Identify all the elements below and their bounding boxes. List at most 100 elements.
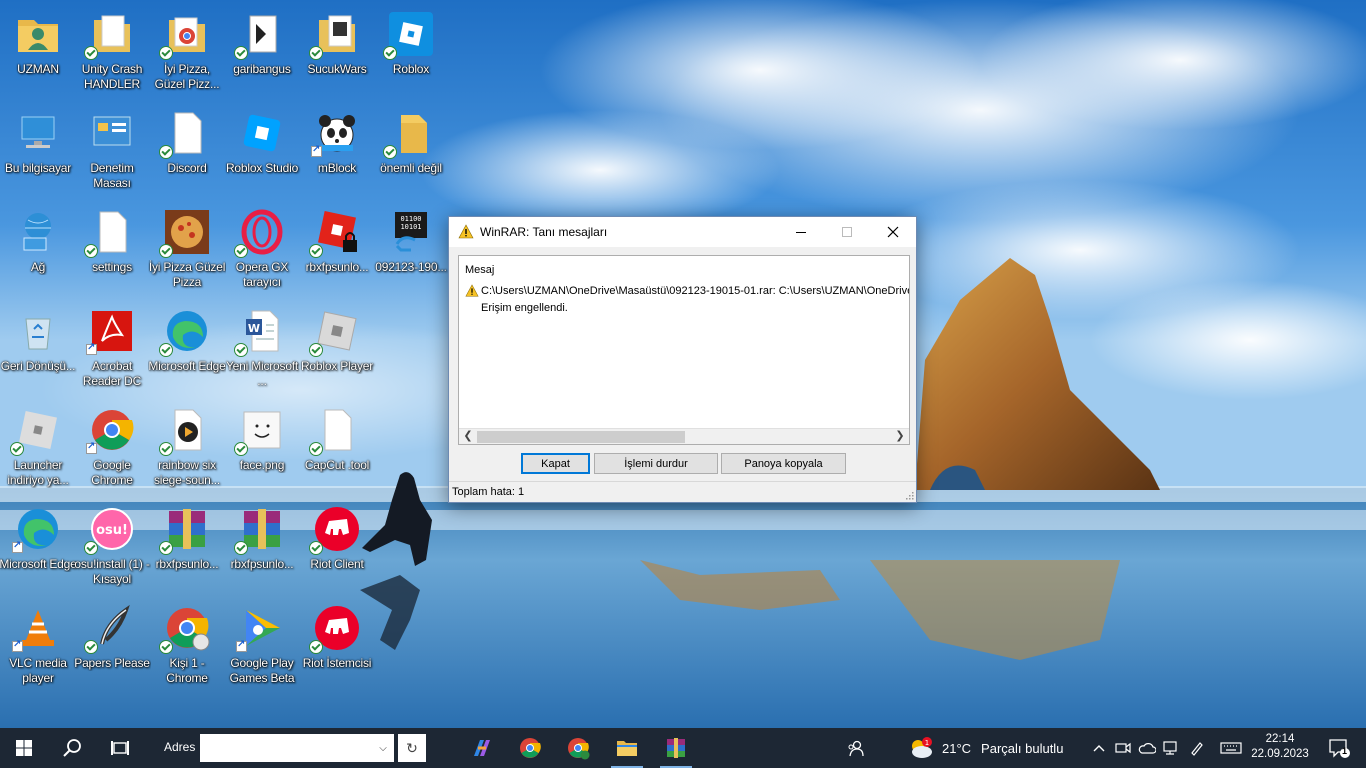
desktop-icon-launcher[interactable]: Launcher indiriyo ya...	[0, 398, 76, 494]
desktop-icon-uzman[interactable]: UZMAN	[0, 2, 76, 98]
sync-status-icon	[159, 244, 173, 258]
winrar-diagnostic-dialog[interactable]: WinRAR: Tanı mesajları Mesaj C:\Users\UZ…	[448, 216, 917, 503]
pen-workspace-button[interactable]	[1185, 728, 1209, 768]
system-clock[interactable]: 22:14 22.09.2023	[1250, 732, 1310, 762]
weather-cloud-icon: 1	[912, 737, 932, 758]
desktop-icon-roblox-player[interactable]: Roblox Player	[299, 299, 375, 395]
chevron-down-icon[interactable]: ⌵	[372, 734, 394, 762]
taskbar-app-winrar[interactable]	[652, 728, 700, 768]
desktop-icon-settings[interactable]: settings	[74, 200, 150, 296]
taskbar-app-file-explorer[interactable]	[603, 728, 651, 768]
desktop-icon-rbxfpsunlocker-1[interactable]: rbxfpsunlo...	[149, 497, 225, 593]
scroll-right-icon[interactable]: ❯	[893, 429, 907, 444]
desktop-icon-acrobat[interactable]: Acrobat Reader DC	[74, 299, 150, 395]
sync-status-icon	[309, 541, 323, 555]
desktop-icon-unity-crash-handler[interactable]: Unity Crash HANDLER	[74, 2, 150, 98]
desktop-icon-discord[interactable]: Discord	[149, 101, 225, 197]
taskbar-app-chrome[interactable]	[506, 728, 554, 768]
desktop-icon-google-chrome[interactable]: Google Chrome	[74, 398, 150, 494]
show-hidden-icons-button[interactable]	[1087, 728, 1111, 768]
stop-operation-button[interactable]: İşlemi durdur	[594, 453, 718, 474]
desktop-icon-google-play-games[interactable]: Google Play Games Beta	[224, 596, 300, 692]
onedrive-button[interactable]	[1135, 728, 1159, 768]
touch-keyboard-button[interactable]	[1216, 728, 1246, 768]
message-list[interactable]: Mesaj C:\Users\UZMAN\OneDrive\Masaüstü\0…	[458, 255, 910, 445]
shortcut-arrow-icon	[12, 540, 23, 553]
search-button[interactable]	[48, 728, 96, 768]
desktop-icon-vlc[interactable]: VLC media player	[0, 596, 76, 692]
resize-grip-icon[interactable]	[904, 490, 914, 500]
desktop-icon-garibangus[interactable]: garibangus	[224, 2, 300, 98]
windows-logo-icon	[16, 740, 32, 756]
close-icon	[887, 226, 899, 238]
desktop-icon-microsoft-edge-2[interactable]: Microsoft Edge	[148, 299, 226, 395]
winrar-archive-icon	[234, 505, 286, 555]
desktop-icon-opera-gx[interactable]: Opera GX tarayıcı	[224, 200, 300, 296]
icon-label: Launcher indiriyo ya...	[7, 458, 69, 487]
desktop-icon-microsoft-edge[interactable]: Microsoft Edge	[0, 497, 77, 593]
desktop-icon-rbxfpsunlocker-2[interactable]: rbxfpsunlo...	[224, 497, 300, 593]
icon-label: UZMAN	[17, 62, 59, 76]
action-center-button[interactable]: 1	[1318, 728, 1360, 768]
desktop-icon-recycle-bin[interactable]: Geri Dönüşü...	[0, 299, 76, 395]
weather-widget[interactable]: 1 21°C Parçalı bulutlu	[908, 728, 1063, 768]
taskbar-app-chrome-profile[interactable]	[554, 728, 602, 768]
desktop-icon-word-document[interactable]: W Yeni Microsoft ...	[224, 299, 300, 395]
task-view-button[interactable]	[96, 728, 144, 768]
desktop-icon-capcut-tool[interactable]: CapCut .tool	[299, 398, 375, 494]
icon-label: Bu bilgisayar	[4, 161, 72, 175]
network-button[interactable]	[1159, 728, 1183, 768]
svg-text:10101: 10101	[400, 223, 421, 231]
icon-label: Yeni Microsoft ...	[225, 359, 299, 388]
desktop-icon-roblox-studio[interactable]: Roblox Studio	[224, 101, 300, 197]
google-play-games-icon	[236, 604, 286, 652]
desktop-icon-mblock[interactable]: mBlock	[299, 101, 375, 197]
scroll-left-icon[interactable]: ❮	[461, 429, 475, 444]
icon-label: mBlock	[317, 161, 357, 175]
desktop-icon-osu[interactable]: osu! osu!install (1) - Kısayol	[74, 497, 150, 593]
taskbar-app-copilot[interactable]	[458, 728, 506, 768]
start-button[interactable]	[0, 728, 48, 768]
weather-temperature: 21°C	[942, 740, 972, 756]
copy-to-clipboard-button[interactable]: Panoya kopyala	[721, 453, 846, 474]
icon-label: Riot İstemcisi	[302, 656, 372, 670]
meet-now-button[interactable]	[1111, 728, 1135, 768]
desktop-icon-iyi-pizza-shortcut[interactable]: İyi Pizza, Güzel Pizz...	[149, 2, 225, 98]
desktop-icon-onemli-degil[interactable]: önemli değil	[373, 101, 449, 197]
desktop-icon-092123-rar[interactable]: 01100 10101 092123-190...	[373, 200, 449, 296]
horizontal-scrollbar[interactable]: ❮ ❯	[459, 428, 909, 444]
desktop-icon-iyi-pizza-game[interactable]: İyi Pizza Güzel Pizza	[149, 200, 225, 296]
desktop-icon-sucukwars[interactable]: SucukWars	[299, 2, 375, 98]
desktop-icon-network[interactable]: Ağ	[0, 200, 76, 296]
message-error: Erişim engellendi.	[481, 302, 568, 314]
message-path[interactable]: C:\Users\UZMAN\OneDrive\Masaüstü\092123-…	[481, 285, 909, 297]
svg-text:osu!: osu!	[96, 523, 128, 538]
dialog-titlebar[interactable]: WinRAR: Tanı mesajları	[449, 217, 916, 247]
blank-file-icon	[84, 208, 136, 258]
close-window-button[interactable]	[870, 217, 916, 247]
minimize-icon	[796, 232, 806, 233]
sync-status-icon	[10, 442, 24, 456]
desktop-icon-riot-client[interactable]: Riot Client	[299, 497, 375, 593]
desktop-icon-this-pc[interactable]: Bu bilgisayar	[0, 101, 76, 197]
desktop-icon-control-panel[interactable]: Denetim Masası	[74, 101, 150, 197]
desktop-icon-kisi-chrome[interactable]: Kişi 1 - Chrome	[149, 596, 225, 692]
sync-status-icon	[309, 640, 323, 654]
desktop-icon-rbxfpsunlocker-locked[interactable]: rbxfpsunlo...	[299, 200, 375, 296]
desktop-icon-rainbow-six-sound[interactable]: rainbow six siege-soun...	[149, 398, 225, 494]
refresh-icon[interactable]: ↻	[398, 734, 426, 762]
maximize-button[interactable]	[824, 217, 870, 247]
minimize-button[interactable]	[778, 217, 824, 247]
people-button[interactable]	[843, 728, 867, 768]
desktop-icon-riot-istemcisi[interactable]: Riot İstemcisi	[299, 596, 375, 692]
desktop-icon-papers-please[interactable]: Papers Please	[74, 596, 150, 692]
desktop-icon-face-png[interactable]: face.png	[224, 398, 300, 494]
clock-time: 22:14	[1265, 733, 1295, 745]
close-button[interactable]: Kapat	[521, 453, 590, 474]
word-document-icon: W	[234, 307, 286, 357]
address-input[interactable]	[200, 734, 394, 762]
icon-label: rbxfpsunlo...	[305, 260, 369, 274]
scrollbar-thumb[interactable]	[477, 431, 685, 443]
sync-status-icon	[383, 145, 397, 159]
desktop-icon-roblox[interactable]: Roblox	[373, 2, 449, 98]
